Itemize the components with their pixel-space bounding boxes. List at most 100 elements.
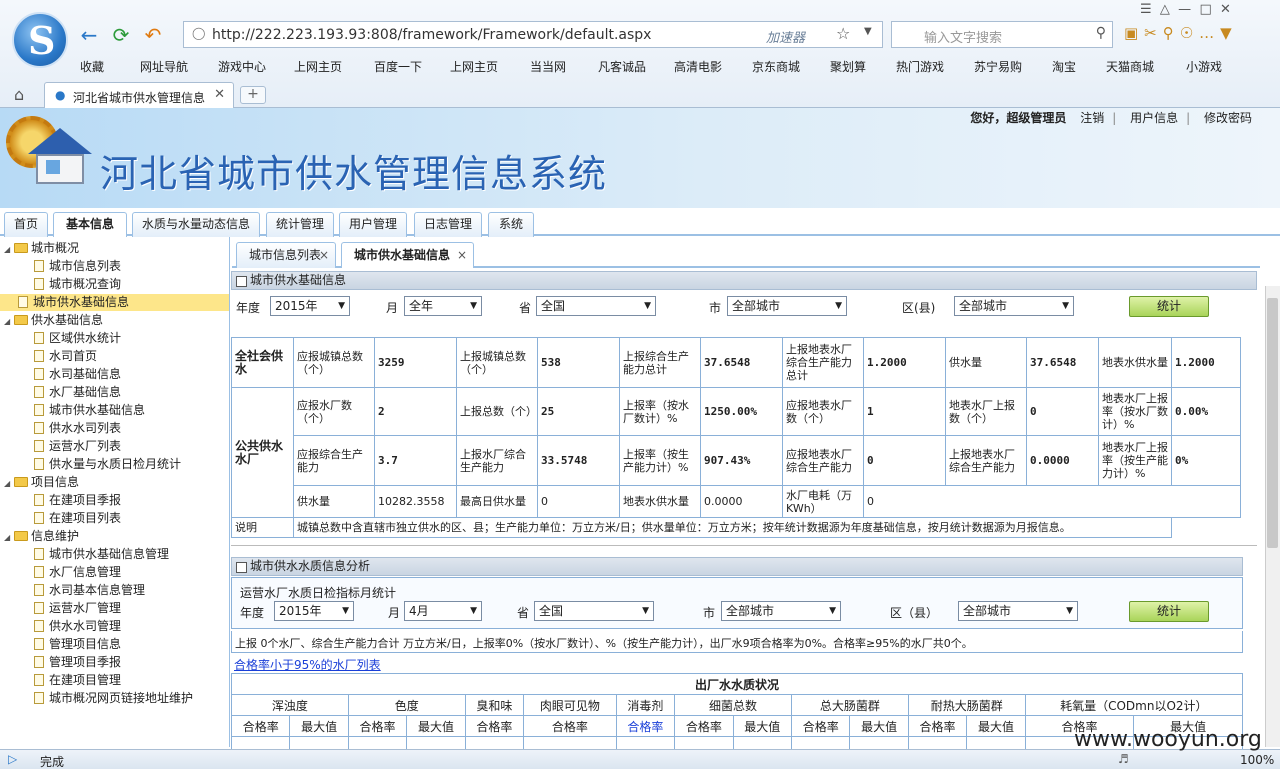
bookmark-item[interactable]: 游戏中心	[218, 58, 266, 75]
tree-item[interactable]: 运营水厂管理	[34, 600, 121, 617]
tree-item[interactable]: 运营水厂列表	[34, 438, 121, 455]
zoom-level[interactable]: 100%	[1240, 753, 1274, 767]
tree-item[interactable]: 水厂基础信息	[34, 384, 121, 401]
new-tab-button[interactable]: +	[240, 86, 266, 104]
tree-item[interactable]: 水司基本信息管理	[34, 582, 145, 599]
bookmark-item[interactable]: 小游戏	[1186, 58, 1222, 75]
province-select[interactable]: 全国 ▼	[536, 296, 656, 316]
tab-system[interactable]: 系统	[488, 212, 534, 237]
back-icon[interactable]: ←	[78, 24, 100, 46]
tree-item[interactable]: 城市信息列表	[34, 258, 121, 275]
tree-item[interactable]: 城市供水基础信息	[0, 294, 229, 311]
sidebar-toggle-icon[interactable]: ▷	[8, 752, 17, 766]
chevron-down-icon[interactable]: ▼	[864, 26, 872, 37]
month-select[interactable]: 4月 ▼	[404, 601, 482, 621]
change-password-link[interactable]: 修改密码	[1204, 111, 1252, 125]
tree-item[interactable]: ◢ 信息维护	[4, 528, 79, 545]
tree-item[interactable]: ◢ 项目信息	[4, 474, 79, 491]
bookmark-item[interactable]: 聚划算	[830, 58, 866, 75]
bookmark-item[interactable]: 天猫商城	[1106, 58, 1154, 75]
speaker-icon[interactable]: ♬	[1118, 752, 1129, 766]
value-cell: 10282.3558	[374, 485, 457, 518]
stat-button[interactable]: 统计	[1129, 601, 1209, 622]
tree-item[interactable]: 城市概况网页链接地址维护	[34, 690, 193, 707]
collapse-icon[interactable]: ◢	[4, 241, 14, 258]
search-box[interactable]: 输入文字搜索 ⚲	[891, 21, 1113, 48]
county-value: 全部城市	[963, 604, 1012, 618]
bookmark-item[interactable]: 淘宝	[1052, 58, 1076, 75]
tree-item[interactable]: 供水水司管理	[34, 618, 121, 635]
tree-item[interactable]: 水司首页	[34, 348, 97, 365]
city-select[interactable]: 全部城市 ▼	[727, 296, 847, 316]
bookmark-item[interactable]: 百度一下	[374, 58, 422, 75]
tree-item[interactable]: 管理项目季报	[34, 654, 121, 671]
tree-item[interactable]: 城市概况查询	[34, 276, 121, 293]
tree-item[interactable]: 供水水司列表	[34, 420, 121, 437]
year-select[interactable]: 2015年 ▼	[270, 296, 350, 316]
tab-statistics[interactable]: 统计管理	[266, 212, 334, 237]
tab-home[interactable]: 首页	[4, 212, 48, 237]
tree-item[interactable]: 区域供水统计	[34, 330, 121, 347]
tree-item[interactable]: 管理项目信息	[34, 636, 121, 653]
stat-button[interactable]: 统计	[1129, 296, 1209, 317]
tree-item[interactable]: 在建项目季报	[34, 492, 121, 509]
accelerator-label[interactable]: 加速器	[766, 27, 805, 46]
unqualified-plants-link[interactable]: 合格率小于95%的水厂列表	[234, 656, 381, 673]
user-info-link[interactable]: 用户信息	[1130, 111, 1178, 125]
bookmark-item[interactable]: 高清电影	[674, 58, 722, 75]
bookmark-item[interactable]: 网址导航	[140, 58, 188, 75]
bookmark-item[interactable]: 收藏	[80, 58, 104, 75]
bookmark-item[interactable]: 凡客诚品	[598, 58, 646, 75]
county-select[interactable]: 全部城市 ▼	[958, 601, 1078, 621]
tab-city-water-basic[interactable]: 城市供水基础信息 ×	[341, 242, 474, 268]
bookmark-item[interactable]: 热门游戏	[896, 58, 944, 75]
folder-icon	[14, 531, 28, 541]
tree-item[interactable]: 供水量与水质日检月统计	[34, 456, 181, 473]
browser-tab[interactable]: ● 河北省城市供水管理信息 ✕	[44, 82, 234, 108]
tree-item[interactable]: 水司基础信息	[34, 366, 121, 383]
logout-link[interactable]: 注销	[1080, 111, 1104, 125]
tab-city-info-list[interactable]: 城市信息列表 ×	[236, 242, 336, 268]
search-icon[interactable]: ⚲	[1096, 25, 1106, 41]
tree-item[interactable]: 在建项目管理	[34, 672, 121, 689]
province-select[interactable]: 全国 ▼	[534, 601, 654, 621]
panel-header[interactable]: 城市供水基础信息	[231, 271, 1257, 290]
refresh-icon[interactable]: ⟳	[110, 24, 132, 46]
window-controls[interactable]: ☰ △ — □ ✕	[1140, 2, 1231, 17]
city-select[interactable]: 全部城市 ▼	[721, 601, 841, 621]
bookmark-item[interactable]: 京东商城	[752, 58, 800, 75]
bookmark-item[interactable]: 上网主页	[294, 58, 342, 75]
panel-header[interactable]: 城市供水水质信息分析	[231, 557, 1243, 576]
bookmark-item[interactable]: 当当网	[530, 58, 566, 75]
toolbar-icons[interactable]: ▣✂⚲☉…▼	[1124, 24, 1238, 42]
collapse-icon[interactable]: ◢	[4, 475, 14, 492]
bookmark-item[interactable]: 苏宁易购	[974, 58, 1022, 75]
tab-water-dynamic[interactable]: 水质与水量动态信息	[132, 212, 260, 237]
month-select[interactable]: 全年 ▼	[404, 296, 482, 316]
county-select[interactable]: 全部城市 ▼	[954, 296, 1074, 316]
tab-log-mgmt[interactable]: 日志管理	[414, 212, 482, 237]
tree-item[interactable]: ◢ 城市概况	[4, 240, 79, 257]
search-input[interactable]: 输入文字搜索	[924, 27, 1002, 46]
bookmark-item[interactable]: 上网主页	[450, 58, 498, 75]
tree-item[interactable]: 在建项目列表	[34, 510, 121, 527]
close-icon[interactable]: ×	[319, 243, 329, 267]
tree-item[interactable]: 城市供水基础信息	[34, 402, 145, 419]
year-select[interactable]: 2015年 ▼	[274, 601, 354, 621]
close-icon[interactable]: ×	[457, 243, 467, 267]
tab-basic-info[interactable]: 基本信息	[53, 212, 127, 238]
page-icon	[34, 350, 44, 362]
tree-item[interactable]: ◢ 供水基础信息	[4, 312, 103, 329]
scrollbar-thumb[interactable]	[1267, 298, 1278, 548]
undo-icon[interactable]: ↶	[142, 24, 164, 46]
tree-item[interactable]: 城市供水基础信息管理	[34, 546, 169, 563]
collapse-icon[interactable]: ◢	[4, 313, 14, 330]
home-icon[interactable]: ⌂	[14, 85, 24, 104]
collapse-icon[interactable]: ◢	[4, 529, 14, 546]
group-header: 耐热大肠菌群	[907, 694, 1026, 716]
close-icon[interactable]: ✕	[214, 87, 225, 102]
address-bar[interactable]: ◯ http://222.223.193.93:808/framework/Fr…	[183, 21, 883, 48]
tree-item[interactable]: 水厂信息管理	[34, 564, 121, 581]
tab-user-mgmt[interactable]: 用户管理	[339, 212, 407, 237]
star-icon[interactable]: ☆	[836, 24, 850, 43]
